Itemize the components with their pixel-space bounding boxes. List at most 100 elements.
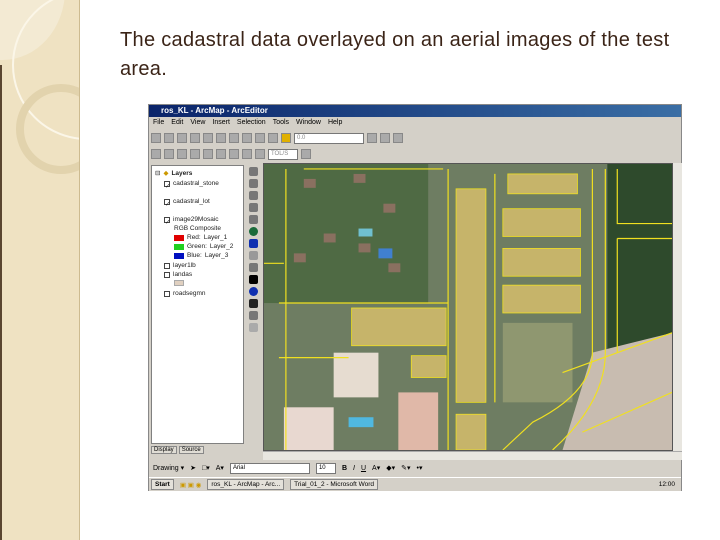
italic-button[interactable]: I [353, 465, 355, 472]
marker-color-icon[interactable]: •▾ [417, 464, 423, 472]
text-icon[interactable]: A▾ [216, 464, 224, 472]
layer-checkbox[interactable]: ✓ [164, 198, 170, 208]
find-icon[interactable] [249, 299, 258, 308]
add-data-icon[interactable] [281, 133, 291, 143]
back-extent-icon[interactable] [216, 149, 226, 159]
map-view[interactable] [263, 163, 673, 451]
forward-icon[interactable] [249, 251, 258, 260]
back-icon[interactable] [249, 239, 258, 248]
scale-dropdown[interactable]: 0.0 [294, 132, 364, 144]
layer-checkbox[interactable]: ✓ [164, 216, 170, 226]
map-vertical-scrollbar[interactable] [673, 163, 682, 451]
new-icon[interactable] [151, 133, 161, 143]
layer-item[interactable]: ✓ cadastral_lot [164, 198, 210, 208]
task-word[interactable]: Trial_01_2 - Microsoft Word [290, 479, 378, 490]
zoom-percent-dropdown[interactable]: TOL/S [268, 148, 298, 160]
select-arrow-icon[interactable]: ➤ [190, 464, 196, 472]
clock: 12:00 [658, 481, 675, 488]
cut-icon[interactable] [203, 133, 213, 143]
full-page-icon[interactable] [203, 149, 213, 159]
hyperlink-icon[interactable] [249, 323, 258, 332]
undo-icon[interactable] [255, 133, 265, 143]
menu-tools[interactable]: Tools [273, 119, 289, 126]
draft-mode-icon[interactable] [301, 149, 311, 159]
zoom-in-icon[interactable] [249, 167, 258, 176]
layout-icon-a[interactable] [242, 149, 252, 159]
green-swatch [174, 243, 184, 250]
menu-edit[interactable]: Edit [171, 119, 183, 126]
font-color-icon[interactable]: A▾ [372, 464, 380, 472]
arcmap-window: ros_KL - ArcMap - ArcEditor File Edit Vi… [148, 104, 682, 491]
zoom-out-icon[interactable] [249, 179, 258, 188]
layers-icon: ◆ [163, 170, 169, 177]
toc-root: Layers [171, 169, 193, 177]
standard-toolbar: 0.0 [151, 131, 403, 145]
zoom-out-page-icon[interactable] [164, 149, 174, 159]
delete-icon[interactable] [242, 133, 252, 143]
landas-swatch [174, 280, 184, 286]
line-color-icon[interactable]: ✎▾ [401, 464, 410, 472]
tab-display[interactable]: Display [151, 446, 177, 454]
save-icon[interactable] [177, 133, 187, 143]
layer-checkbox[interactable] [164, 271, 170, 278]
underline-button[interactable]: U [361, 465, 366, 472]
drawing-menu[interactable]: Drawing ▾ [153, 464, 184, 472]
task-arcmap[interactable]: ros_KL - ArcMap - Arc... [207, 479, 285, 490]
font-size-dropdown[interactable]: 10 [315, 462, 336, 474]
help-icon[interactable] [393, 133, 403, 143]
layer-item[interactable]: roadsegmn [164, 290, 206, 297]
open-icon[interactable] [164, 133, 174, 143]
red-swatch [174, 234, 184, 241]
layer-checkbox[interactable]: ✓ [164, 180, 170, 190]
table-of-contents: ⊟ ◆ Layers ✓ cadastral_stone ✓ cadastral_lot… [151, 165, 244, 444]
full-extent-icon[interactable] [249, 227, 258, 236]
print-icon[interactable] [190, 133, 200, 143]
font-dropdown[interactable]: Arial [229, 462, 310, 474]
paste-icon[interactable] [229, 133, 239, 143]
layout-icon-b[interactable] [255, 149, 265, 159]
menu-insert[interactable]: Insert [212, 119, 230, 126]
menu-window[interactable]: Window [296, 119, 321, 126]
measure-icon[interactable] [249, 311, 258, 320]
arctoolbox-icon[interactable] [380, 133, 390, 143]
expand-icon[interactable]: ⊟ [155, 169, 160, 177]
select-features-icon[interactable] [249, 263, 258, 272]
quick-launch-icons[interactable]: ▣ ▣ ◉ [180, 481, 202, 489]
pan-page-icon[interactable] [177, 149, 187, 159]
map-horizontal-scrollbar[interactable] [263, 451, 682, 460]
fixed-zoom-out-icon[interactable] [249, 203, 258, 212]
layer-item[interactable]: ✓ image29Mosaic [164, 216, 219, 226]
tab-source[interactable]: Source [178, 446, 204, 454]
menu-view[interactable]: View [190, 119, 205, 126]
start-button[interactable]: Start [151, 479, 174, 490]
fixed-zoom-icon[interactable] [190, 149, 200, 159]
tools-toolbar [246, 165, 261, 451]
menu-help[interactable]: Help [328, 119, 342, 126]
layer-checkbox[interactable] [164, 262, 170, 269]
taskbar: Start ▣ ▣ ◉ ros_KL - ArcMap - Arc... Tri… [149, 477, 681, 491]
rectangle-icon[interactable]: □▾ [202, 464, 210, 472]
layer-item[interactable]: layer1lb [164, 262, 196, 269]
menu-bar: File Edit View Insert Selection Tools Wi… [153, 119, 342, 126]
fixed-zoom-in-icon[interactable] [249, 191, 258, 200]
copy-icon[interactable] [216, 133, 226, 143]
renderer-label: RGB Composite [174, 225, 221, 232]
pan-icon[interactable] [249, 215, 258, 224]
layer-checkbox[interactable] [164, 290, 170, 297]
bold-button[interactable]: B [342, 465, 347, 472]
menu-file[interactable]: File [153, 119, 164, 126]
slide-title: The cadastral data overlayed on an aeria… [120, 29, 670, 80]
layer-item[interactable]: landas [164, 271, 192, 278]
layer-item[interactable]: ✓ cadastral_stone [164, 180, 219, 190]
window-title-bar: ros_KL - ArcMap - ArcEditor [149, 105, 681, 117]
slide-decoration [0, 0, 80, 540]
identify-icon[interactable] [249, 287, 258, 296]
menu-selection[interactable]: Selection [237, 119, 266, 126]
zoom-in-page-icon[interactable] [151, 149, 161, 159]
select-elements-icon[interactable] [249, 275, 258, 284]
editor-icon[interactable] [367, 133, 377, 143]
layout-toolbar: TOL/S [151, 147, 311, 161]
redo-icon[interactable] [268, 133, 278, 143]
forward-extent-icon[interactable] [229, 149, 239, 159]
fill-color-icon[interactable]: ◆▾ [386, 464, 395, 472]
